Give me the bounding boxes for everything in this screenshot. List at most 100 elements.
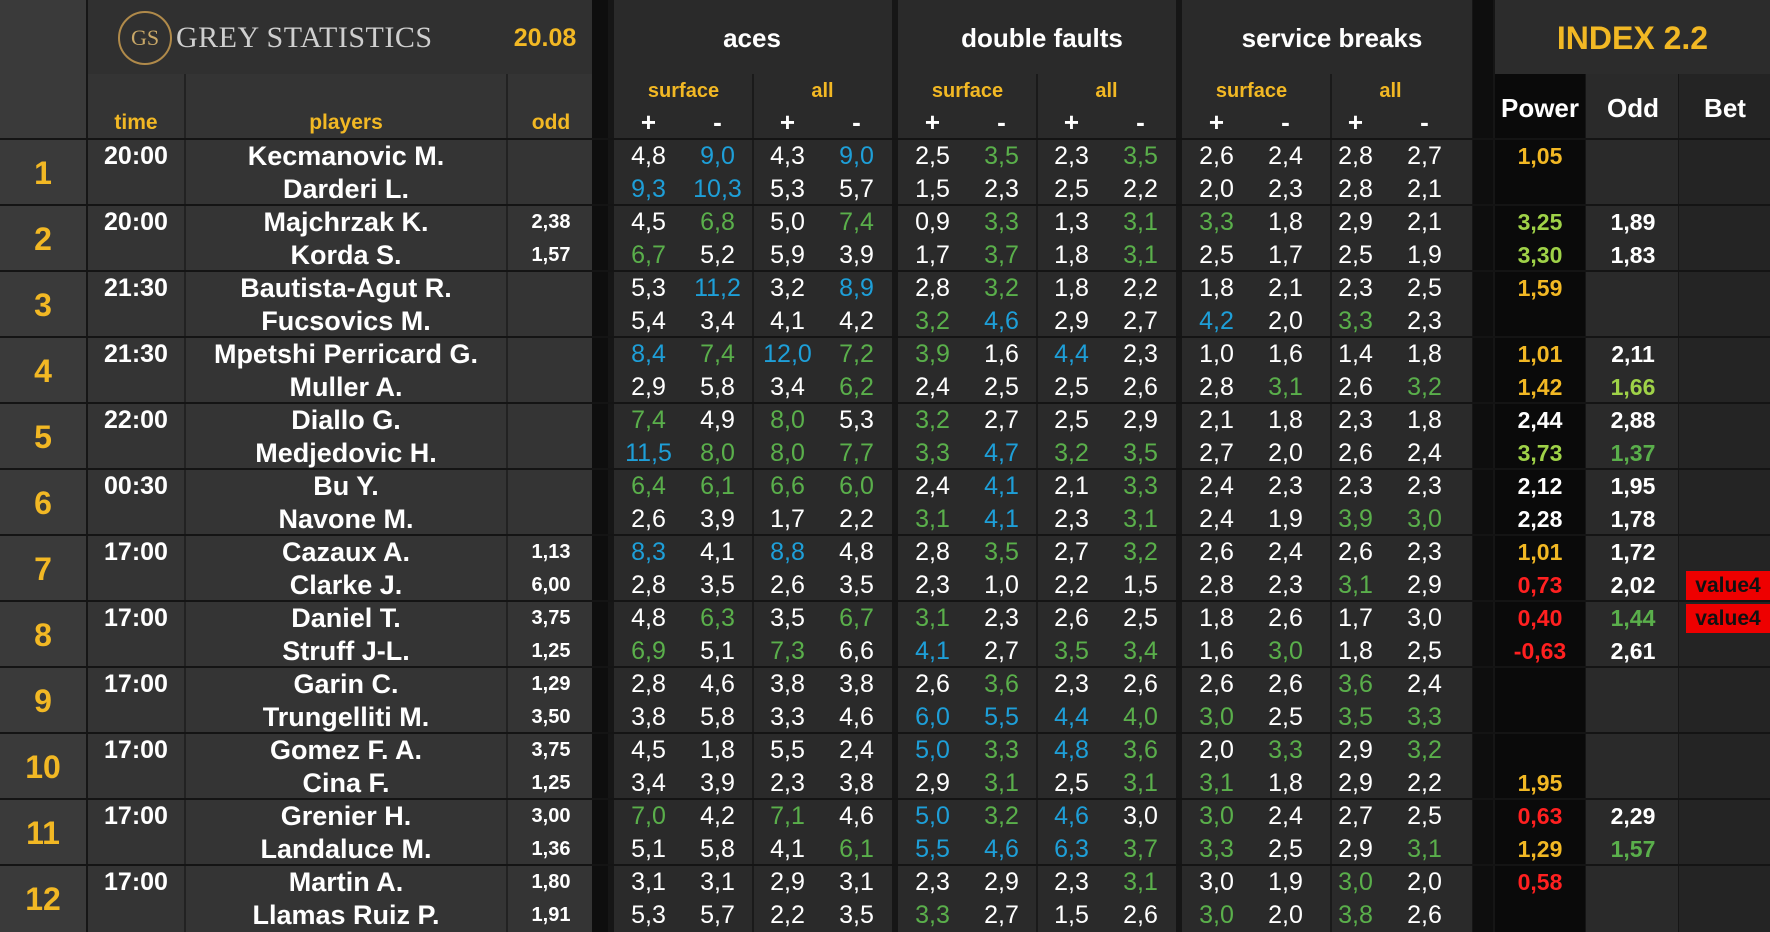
stat-value: 7,4 <box>700 340 735 368</box>
stat-value: 5,3 <box>839 406 874 434</box>
player-name: Martin A. <box>288 867 404 897</box>
stat-value: 2,5 <box>1268 835 1303 863</box>
player-name: Cina F. <box>302 768 390 798</box>
odd-value: 1,66 <box>1610 374 1656 400</box>
player-name: Darderi L. <box>282 174 410 204</box>
player-name: Llamas Ruiz P. <box>252 900 440 930</box>
minus-sign: - <box>1281 106 1290 137</box>
stat-value: 3,8 <box>631 703 666 731</box>
stat-value: 2,2 <box>1123 175 1158 203</box>
stat-value: 4,2 <box>839 307 874 335</box>
header-time: time <box>114 111 158 134</box>
stat-value: 2,8 <box>631 670 666 698</box>
match-number: 10 <box>25 748 61 785</box>
stat-value: 1,5 <box>1123 571 1158 599</box>
player-name: Bu Y. <box>313 471 379 501</box>
stat-value: 2,3 <box>1054 868 1089 896</box>
stat-value: 2,5 <box>1199 241 1234 269</box>
stat-value: 2,0 <box>1268 307 1303 335</box>
power-value: 0,63 <box>1517 803 1563 829</box>
match-number: 5 <box>34 418 52 455</box>
stat-value: 3,0 <box>1199 703 1234 731</box>
stat-value: 2,2 <box>1054 571 1089 599</box>
stat-value: 4,5 <box>631 208 666 236</box>
stat-value: 3,2 <box>770 274 805 302</box>
stat-value: 9,0 <box>700 142 735 170</box>
stat-value: 3,8 <box>1338 901 1373 929</box>
stat-value: 5,5 <box>770 736 805 764</box>
stat-value: 1,8 <box>1268 769 1303 797</box>
player-odd: 1,29 <box>531 673 571 695</box>
stat-value: 2,3 <box>1338 472 1373 500</box>
stat-value: 2,7 <box>984 637 1019 665</box>
stat-value: 1,5 <box>1054 901 1089 929</box>
stat-value: 3,1 <box>1123 208 1158 236</box>
stat-value: 2,3 <box>1054 505 1089 533</box>
match-time: 20:00 <box>104 142 168 170</box>
minus-sign: - <box>1136 106 1145 137</box>
plus-sign: + <box>1208 106 1225 137</box>
player-name: Majchrzak K. <box>263 207 429 237</box>
stat-value: 3,2 <box>1407 373 1442 401</box>
stat-value: 3,2 <box>1054 439 1089 467</box>
stat-value: 3,4 <box>700 307 735 335</box>
stat-value: 5,5 <box>915 835 950 863</box>
stat-value: 1,0 <box>1199 340 1234 368</box>
stat-value: 3,9 <box>700 505 735 533</box>
player-odd: 3,75 <box>531 739 571 761</box>
stat-value: 2,6 <box>1338 439 1373 467</box>
stat-value: 2,6 <box>1338 373 1373 401</box>
stat-value: 2,4 <box>1268 802 1303 830</box>
stat-value: 2,9 <box>1407 571 1442 599</box>
stat-value: 2,7 <box>984 406 1019 434</box>
stat-value: 2,3 <box>1054 670 1089 698</box>
header-odd: odd <box>531 111 571 134</box>
match-number: 11 <box>26 814 60 851</box>
player-name: Trungelliti M. <box>262 702 430 732</box>
stat-value: 2,5 <box>915 142 950 170</box>
stat-value: 5,3 <box>631 901 666 929</box>
stat-value: 2,3 <box>915 868 950 896</box>
stat-value: 2,4 <box>1407 670 1442 698</box>
stat-value: 1,5 <box>915 175 950 203</box>
stat-value: 3,1 <box>839 868 874 896</box>
stat-value: 2,7 <box>1199 439 1234 467</box>
stat-value: 2,5 <box>1054 175 1089 203</box>
plus-sign: + <box>779 106 796 137</box>
stat-value: 2,0 <box>1407 868 1442 896</box>
stat-value: 1,6 <box>1199 637 1234 665</box>
stat-value: 6,6 <box>770 472 805 500</box>
stat-value: 3,4 <box>631 769 666 797</box>
player-odd: 1,25 <box>531 772 571 794</box>
minus-sign: - <box>997 106 1006 137</box>
stat-value: 2,5 <box>1407 274 1442 302</box>
stat-value: 3,9 <box>915 340 950 368</box>
stat-value: 2,5 <box>1123 604 1158 632</box>
stat-value: 3,3 <box>770 703 805 731</box>
player-name: Kecmanovic M. <box>247 141 445 171</box>
stat-value: 2,3 <box>770 769 805 797</box>
stat-value: 1,8 <box>1268 208 1303 236</box>
player-odd: 6,00 <box>531 574 571 596</box>
stat-value: 7,4 <box>839 208 874 236</box>
stat-value: 2,4 <box>915 373 950 401</box>
power-value: 1,42 <box>1517 374 1563 400</box>
subheader-all: all <box>1095 79 1118 102</box>
stat-value: 1,8 <box>1054 241 1089 269</box>
stat-value: 3,5 <box>1054 637 1089 665</box>
minus-sign: - <box>852 106 861 137</box>
stat-value: 3,0 <box>1407 604 1442 632</box>
stat-value: 2,9 <box>770 868 805 896</box>
stat-value: 3,0 <box>1199 802 1234 830</box>
stat-value: 11,5 <box>625 439 672 467</box>
stat-value: 4,1 <box>770 835 805 863</box>
header-power: Power <box>1500 92 1580 123</box>
stat-value: 1,9 <box>1407 241 1442 269</box>
stat-value: 2,6 <box>1268 604 1303 632</box>
stat-value: 3,0 <box>1338 868 1373 896</box>
stat-value: 3,5 <box>984 142 1019 170</box>
stat-value: 8,4 <box>631 340 666 368</box>
stat-value: 5,8 <box>700 373 735 401</box>
stat-value: 4,8 <box>1054 736 1089 764</box>
stat-value: 5,3 <box>770 175 805 203</box>
